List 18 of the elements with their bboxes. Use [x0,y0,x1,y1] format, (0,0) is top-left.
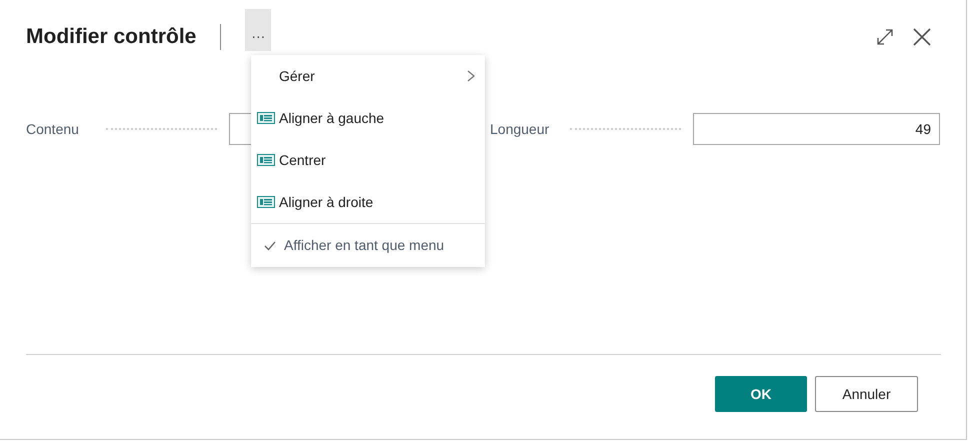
menu-item[interactable]: Gérer [251,55,485,97]
expand-icon[interactable] [876,28,894,46]
list-icon [257,196,275,208]
menu-item[interactable]: Aligner à gauche [279,108,384,128]
list-icon [257,112,275,124]
menu-item[interactable]: Centrer [279,150,326,170]
close-icon[interactable] [912,27,932,47]
text-field[interactable]: 49 [693,113,940,145]
more-button[interactable]: ··· [245,9,272,51]
cancel-button[interactable]: Annuler [815,376,918,412]
dialog-title: Modifier contrôle [26,24,196,50]
chevron-right-icon [467,70,475,82]
menu-item[interactable]: Afficher en tant que menu [284,235,444,256]
field-label: Longueur [490,120,550,139]
list-icon [257,154,275,166]
field-label: Contenu [26,120,80,138]
menu-item[interactable]: Aligner à droite [279,192,374,212]
ok-button[interactable]: OK [715,376,807,412]
